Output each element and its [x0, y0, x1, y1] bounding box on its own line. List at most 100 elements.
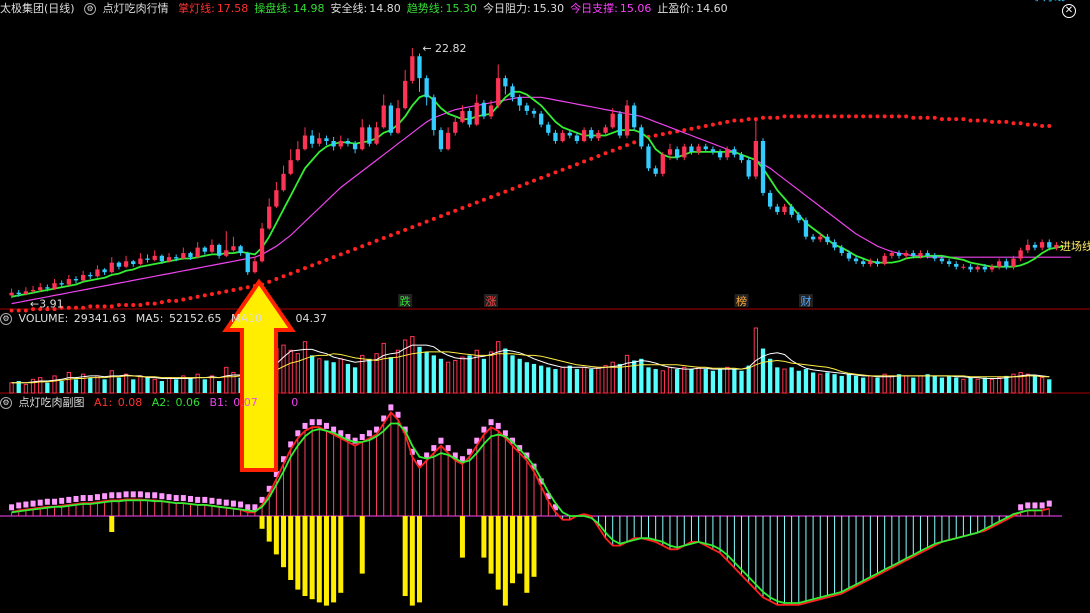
lamp-dot	[925, 115, 930, 120]
lamp-dot	[653, 133, 658, 138]
candle-body	[989, 266, 995, 270]
header-item-label-4: 今日阻力:	[482, 2, 531, 15]
volume-bar	[903, 375, 909, 394]
lamp-dot	[231, 287, 236, 292]
marker-1: 涨	[486, 295, 497, 308]
b1-label: B1:	[209, 396, 228, 409]
osc-cap	[316, 419, 322, 426]
volume-bar	[982, 377, 988, 393]
lamp-dot	[195, 294, 200, 299]
candle-body	[360, 127, 365, 150]
osc-yellow-bar	[309, 516, 315, 600]
osc-cap	[166, 494, 172, 501]
candle-body	[460, 110, 465, 122]
osc-yellow-bar	[402, 516, 408, 596]
volume-bar	[138, 375, 143, 394]
lamp-dot	[532, 178, 536, 183]
lamp-dot	[446, 211, 451, 216]
volume-bar	[331, 362, 336, 393]
osc-cap	[209, 497, 215, 504]
candle-body	[95, 269, 100, 277]
lamp-line-label: 掌灯线	[1032, 0, 1065, 3]
lamp-dot	[109, 304, 114, 309]
lamp-dot	[324, 257, 329, 262]
ma-slow-line	[11, 96, 1071, 305]
volume-bar	[445, 361, 451, 394]
candle-body	[853, 258, 859, 262]
lamp-dot	[982, 118, 987, 123]
lamp-dot	[302, 266, 307, 271]
candle-body	[939, 258, 945, 262]
osc-yellow-bar	[316, 516, 322, 603]
candle-body	[109, 262, 114, 273]
volume-bar	[725, 366, 730, 394]
osc-cap	[87, 495, 93, 502]
candle-body	[1047, 242, 1052, 248]
lamp-dot	[875, 114, 880, 119]
sub-title[interactable]: 点灯吃肉副图	[19, 396, 85, 409]
candle-body	[52, 283, 57, 289]
volume-bar	[159, 381, 165, 393]
lamp-dot	[761, 115, 766, 120]
b1-value: 0.07	[233, 396, 258, 409]
osc-yellow-bar	[266, 516, 272, 542]
lamp-dot	[460, 205, 465, 210]
lamp-dot	[245, 285, 250, 290]
osc-cap	[187, 495, 193, 502]
osc-yellow-bar	[331, 516, 337, 603]
close-icon[interactable]: ✕	[1062, 4, 1076, 18]
osc-cap	[223, 499, 229, 506]
volume-bar	[224, 366, 229, 394]
lamp-dot	[202, 293, 207, 298]
header-item-label-2: 安全线:	[330, 2, 368, 15]
b1-tail: 0	[291, 396, 299, 409]
osc-cap	[488, 419, 494, 426]
candle-body	[288, 160, 293, 174]
lamp-dot	[81, 305, 86, 310]
lamp-dot	[775, 115, 780, 120]
a2-label: A2:	[151, 396, 170, 409]
volume-bar	[896, 374, 902, 393]
main-chart-header: 太极集团(日线) ⚙ 点灯吃肉行情 掌灯线: 17.58 操盘线: 14.98 安全线:…	[0, 1, 740, 17]
volume-bar	[438, 358, 444, 393]
candle-body	[166, 257, 172, 262]
osc-cap	[359, 434, 365, 440]
candle-body	[381, 105, 386, 128]
candle-body	[975, 266, 980, 270]
candle-body	[216, 244, 222, 256]
lamp-dot	[360, 244, 365, 249]
volume-bar	[574, 369, 580, 393]
candle-body	[417, 56, 422, 79]
lamp-dot	[73, 305, 78, 310]
lamp-dot	[424, 219, 429, 224]
candle-body	[66, 279, 71, 285]
volume-bar	[624, 354, 630, 394]
candle-body	[753, 141, 758, 177]
candle-body	[667, 149, 673, 155]
candle-body	[932, 255, 937, 259]
candle-body	[574, 135, 580, 141]
candle-body	[245, 253, 250, 273]
osc-cap	[173, 495, 179, 502]
gear-icon[interactable]: ⚙	[0, 397, 12, 409]
indicator-name[interactable]: 点灯吃肉行情	[103, 2, 169, 15]
volume-bar	[639, 358, 644, 393]
osc-cap	[145, 492, 151, 499]
gear-icon[interactable]: ⚙	[0, 313, 12, 325]
kline-chart-svg[interactable]: ← 22.82 ←3.91 掌灯线进场线跌 涨 榜 财	[0, 0, 1090, 613]
osc-cap	[366, 430, 372, 437]
lamp-dot	[295, 268, 300, 273]
volume-bar	[145, 377, 150, 393]
lamp-dot	[1047, 123, 1052, 128]
lamp-dot	[954, 117, 959, 122]
candle-body	[531, 110, 537, 114]
candle-body	[725, 149, 730, 158]
volume-bar	[810, 372, 816, 393]
candle-body	[59, 283, 64, 285]
candle-body	[224, 250, 229, 256]
volume-bar	[52, 375, 57, 394]
lamp-dot	[904, 114, 909, 119]
volume-bar	[381, 342, 386, 394]
candle-body	[410, 56, 415, 81]
gear-icon[interactable]: ⚙	[84, 3, 97, 15]
